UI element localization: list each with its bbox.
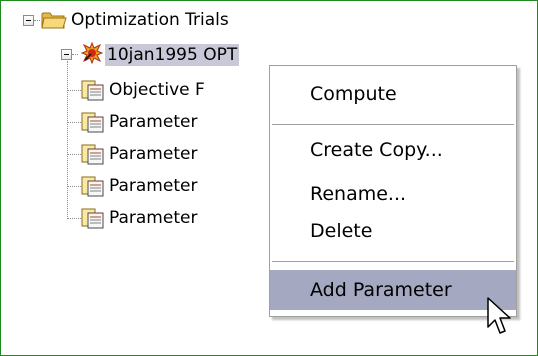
collapse-toggle-root[interactable] xyxy=(23,15,34,26)
tree-connector xyxy=(67,90,81,91)
optimization-trial-icon xyxy=(80,41,104,65)
document-icon xyxy=(81,80,105,102)
tree-connector xyxy=(67,154,81,155)
menu-item-add-parameter[interactable]: Add Parameter xyxy=(270,270,516,310)
tree-node-optimization-trials[interactable]: Optimization Trials xyxy=(71,9,229,31)
tree-connector xyxy=(72,54,78,55)
menu-item-create-copy[interactable]: Create Copy... xyxy=(270,132,516,168)
menu-separator xyxy=(272,261,514,263)
tree-node-parameter[interactable]: Parameter xyxy=(109,143,197,165)
tree-node-parameter[interactable]: Parameter xyxy=(109,111,197,133)
context-menu: Compute Create Copy... Rename... Delete … xyxy=(269,65,517,317)
tree-connector xyxy=(34,20,40,21)
menu-separator xyxy=(272,124,514,126)
mouse-cursor-icon xyxy=(486,297,514,337)
document-icon xyxy=(81,208,105,230)
tree-panel: Optimization Trials 10jan1995 OPT Object… xyxy=(0,0,538,356)
menu-item-delete[interactable]: Delete xyxy=(270,213,516,249)
menu-item-rename[interactable]: Rename... xyxy=(270,176,516,212)
document-icon xyxy=(81,144,105,166)
document-icon xyxy=(81,112,105,134)
tree-node-trial[interactable]: 10jan1995 OPT xyxy=(105,44,240,66)
collapse-toggle-trial[interactable] xyxy=(61,49,72,60)
document-icon xyxy=(81,176,105,198)
folder-icon xyxy=(41,10,67,30)
tree-connector xyxy=(67,61,68,219)
tree-connector xyxy=(67,218,81,219)
tree-node-objective[interactable]: Objective F xyxy=(109,79,205,101)
tree-node-parameter[interactable]: Parameter xyxy=(109,175,197,197)
tree-connector xyxy=(67,122,81,123)
tree-connector xyxy=(67,186,81,187)
tree-node-parameter[interactable]: Parameter xyxy=(109,207,197,229)
menu-item-compute[interactable]: Compute xyxy=(270,76,516,112)
